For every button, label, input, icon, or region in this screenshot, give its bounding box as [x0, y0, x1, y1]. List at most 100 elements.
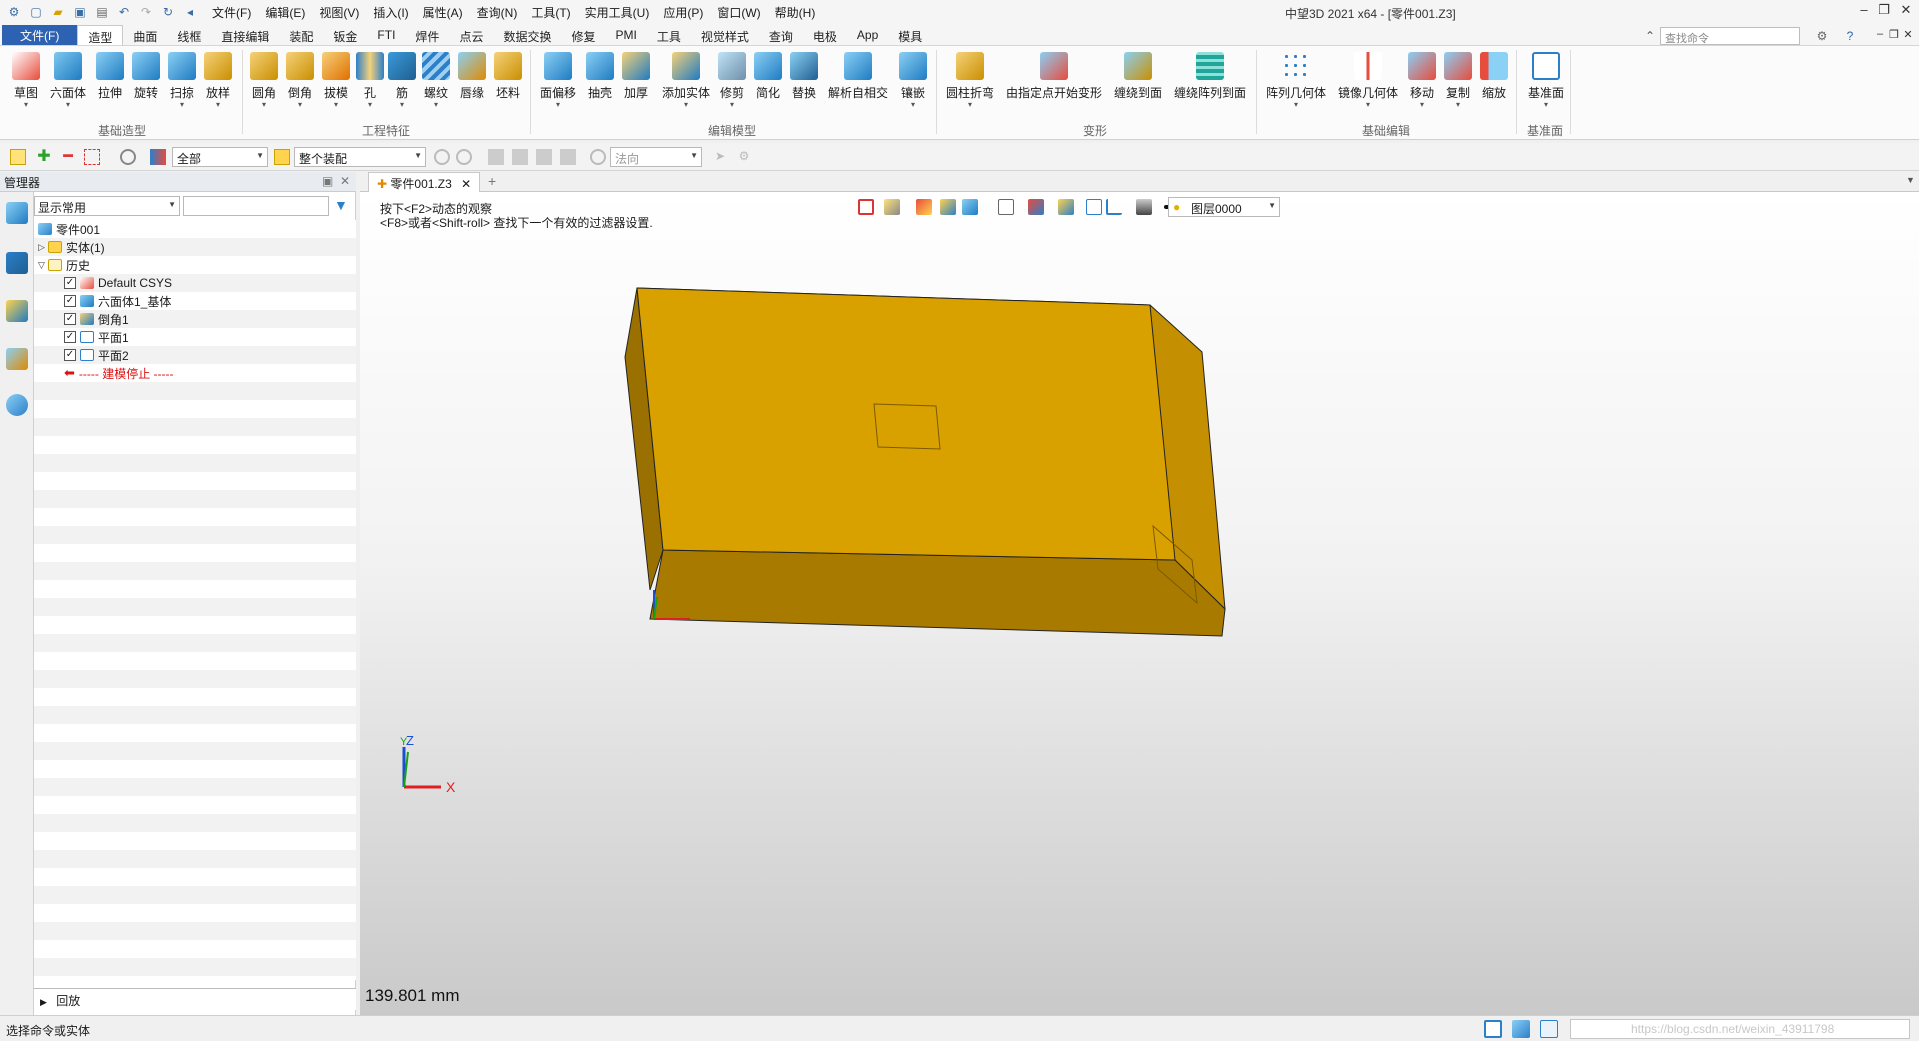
- face-offset-button[interactable]: 面偏移 ▾: [540, 52, 576, 122]
- open-file-icon[interactable]: ▰: [50, 4, 66, 20]
- sweep-button[interactable]: 扫掠 ▾: [164, 52, 200, 122]
- tab-tools[interactable]: 工具: [647, 25, 691, 45]
- box-select-icon[interactable]: [84, 149, 100, 165]
- mirror-geometry-button[interactable]: 镜像几何体 ▾: [1338, 52, 1398, 122]
- tab-repair[interactable]: 修复: [561, 25, 605, 45]
- rollback-bar[interactable]: ▶ 回放: [34, 988, 356, 1010]
- new-file-icon[interactable]: ▢: [28, 4, 44, 20]
- wrap-to-face-button[interactable]: 缠绕到面: [1114, 52, 1162, 122]
- pattern-geometry-button[interactable]: 阵列几何体 ▾: [1266, 52, 1326, 122]
- filter-icon[interactable]: ▼: [334, 197, 348, 213]
- visibility-checkbox[interactable]: ✓: [64, 349, 76, 361]
- pick-icon[interactable]: [434, 149, 450, 165]
- screen-icon[interactable]: [1512, 1020, 1530, 1038]
- refresh-icon[interactable]: ↻: [160, 4, 176, 20]
- collapse-ribbon-icon[interactable]: ⌃: [1642, 28, 1658, 44]
- stack-icon[interactable]: [536, 149, 552, 165]
- tab-assembly[interactable]: 装配: [279, 25, 323, 45]
- tree-history-node[interactable]: ▽ 历史: [38, 256, 90, 274]
- tab-weldment[interactable]: 焊件: [405, 25, 449, 45]
- add-icon[interactable]: ✚: [36, 149, 52, 165]
- visibility-checkbox[interactable]: ✓: [64, 295, 76, 307]
- menu-apply[interactable]: 应用(P): [663, 4, 703, 21]
- modeling-stop-marker[interactable]: ⬅ ----- 建模停止 -----: [64, 364, 174, 382]
- menu-help[interactable]: 帮助(H): [775, 4, 816, 21]
- tab-query[interactable]: 查询: [759, 25, 803, 45]
- menu-tools[interactable]: 工具(T): [531, 4, 570, 21]
- cursor-icon[interactable]: ➤: [712, 149, 728, 165]
- remove-icon[interactable]: ━: [60, 149, 76, 165]
- tab-data-exchange[interactable]: 数据交换: [493, 25, 561, 45]
- tab-wireframe[interactable]: 线框: [167, 25, 211, 45]
- tree-solids-node[interactable]: ▷ 实体(1): [38, 238, 105, 256]
- direction-select[interactable]: 法向 ▼: [610, 147, 702, 167]
- collapse-arrow-icon[interactable]: ▽: [38, 260, 48, 271]
- visibility-checkbox[interactable]: ✓: [64, 277, 76, 289]
- tree-search-input[interactable]: [183, 196, 329, 216]
- tab-file[interactable]: 文件(F): [2, 25, 78, 45]
- menu-utilities[interactable]: 实用工具(U): [585, 4, 650, 21]
- tab-part-document[interactable]: ✚ 零件001.Z3 ✕: [368, 172, 481, 192]
- revolve-button[interactable]: 旋转: [128, 52, 164, 122]
- search-command-input[interactable]: 查找命令: [1660, 27, 1800, 45]
- box-button[interactable]: 六面体 ▾: [50, 52, 86, 122]
- save-icon[interactable]: ▣: [72, 4, 88, 20]
- add-solid-button[interactable]: 添加实体 ▾: [662, 52, 710, 122]
- tab-visual-style[interactable]: 视觉样式: [691, 25, 759, 45]
- move-button[interactable]: 移动 ▾: [1404, 52, 1440, 122]
- visibility-checkbox[interactable]: ✓: [64, 331, 76, 343]
- align-icon[interactable]: [488, 149, 504, 165]
- inlay-button[interactable]: 镶嵌 ▾: [895, 52, 931, 122]
- thread-button[interactable]: 螺纹 ▾: [418, 52, 454, 122]
- draft-button[interactable]: 拔模 ▾: [318, 52, 354, 122]
- menu-attribute[interactable]: 属性(A): [423, 4, 463, 21]
- tab-fti[interactable]: FTI: [367, 25, 405, 45]
- shell-button[interactable]: 抽壳: [582, 52, 618, 122]
- copy-button[interactable]: 复制 ▾: [1440, 52, 1476, 122]
- resolve-self-intersect-button[interactable]: 解析自相交: [828, 52, 888, 122]
- thicken-button[interactable]: 加厚: [618, 52, 654, 122]
- new-tab-icon[interactable]: +: [488, 173, 496, 189]
- distribute-icon[interactable]: [512, 149, 528, 165]
- panel-icon[interactable]: [1540, 1020, 1558, 1038]
- sketch-button[interactable]: 草图 ▾: [8, 52, 44, 122]
- fillet-button[interactable]: 圆角 ▾: [246, 52, 282, 122]
- deform-from-point-button[interactable]: 由指定点开始变形: [1006, 52, 1102, 122]
- help-icon[interactable]: ?: [1842, 28, 1858, 44]
- assembly-tree-icon[interactable]: [6, 252, 28, 274]
- tab-pointcloud[interactable]: 点云: [449, 25, 493, 45]
- close-panel-icon[interactable]: ✕: [340, 174, 350, 188]
- tree-root[interactable]: 零件001: [38, 220, 100, 238]
- menu-insert[interactable]: 插入(I): [373, 4, 408, 21]
- stock-button[interactable]: 坯料: [490, 52, 526, 122]
- assembly-select[interactable]: 整个装配 ▼: [294, 147, 426, 167]
- trim-button[interactable]: 修剪 ▾: [714, 52, 750, 122]
- tab-modeling[interactable]: 造型: [77, 25, 124, 45]
- lip-button[interactable]: 唇缘: [454, 52, 490, 122]
- tab-mold[interactable]: 模具: [888, 25, 932, 45]
- rotate-pick-icon[interactable]: [456, 149, 472, 165]
- datum-plane-button[interactable]: 基准面 ▾: [1528, 52, 1564, 122]
- pin-icon[interactable]: [560, 149, 576, 165]
- wrap-pattern-to-face-button[interactable]: 缠绕阵列到面: [1174, 52, 1246, 122]
- tab-direct-edit[interactable]: 直接编辑: [211, 25, 279, 45]
- layout-icon[interactable]: [1484, 1020, 1502, 1038]
- part-view-icon[interactable]: [6, 300, 28, 322]
- 3d-viewport[interactable]: 按下<F2>动态的观察 <F8>或者<Shift-roll> 查找下一个有效的过…: [360, 192, 1919, 1015]
- palette-icon[interactable]: [6, 348, 28, 370]
- close-tab-icon[interactable]: ✕: [461, 177, 471, 191]
- gear-pick-icon[interactable]: ⚙: [736, 149, 752, 165]
- assembly-icon[interactable]: [274, 149, 290, 165]
- tree-item-plane1[interactable]: ✓ 平面1: [64, 328, 129, 346]
- tree-item-chamfer[interactable]: ✓ 倒角1: [64, 310, 129, 328]
- chamfer-button[interactable]: 倒角 ▾: [282, 52, 318, 122]
- restore-button[interactable]: ❐: [1874, 2, 1894, 20]
- select-arrow-icon[interactable]: [10, 149, 26, 165]
- menu-edit[interactable]: 编辑(E): [265, 4, 305, 21]
- doc-close-button[interactable]: ✕: [1898, 28, 1918, 46]
- tab-list-icon[interactable]: ▼: [1906, 175, 1915, 185]
- print-icon[interactable]: ▤: [94, 4, 110, 20]
- menu-view[interactable]: 视图(V): [319, 4, 359, 21]
- tab-surface[interactable]: 曲面: [123, 25, 167, 45]
- filter-funnel-icon[interactable]: [150, 149, 166, 165]
